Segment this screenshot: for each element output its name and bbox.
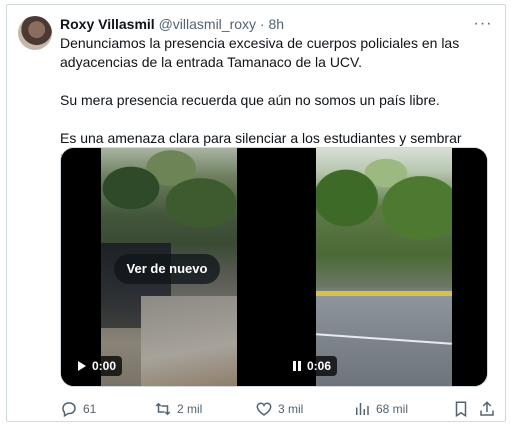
views-chart-icon	[353, 400, 371, 418]
reply-icon	[60, 400, 78, 418]
header-separator: ·	[259, 16, 265, 32]
tweet-header: Roxy Villasmil @villasmil_roxy · 8h	[60, 15, 284, 33]
video-time: 0:06	[307, 359, 332, 373]
bookmark-button[interactable]	[452, 399, 470, 419]
tweet-time[interactable]: 8h	[268, 16, 284, 32]
video-frame-detail	[101, 148, 237, 243]
repost-icon	[154, 400, 172, 418]
video-frame	[316, 148, 452, 386]
video-time-badge[interactable]: 0:00	[73, 356, 123, 376]
video-player-2[interactable]: 0:06	[276, 148, 487, 386]
tweet-card[interactable]: Roxy Villasmil @villasmil_roxy · 8h ··· …	[6, 4, 506, 422]
author-handle[interactable]: @villasmil_roxy	[159, 16, 256, 32]
avatar[interactable]	[18, 16, 52, 50]
more-options-icon[interactable]: ···	[473, 15, 493, 33]
tweet-paragraph: Denunciamos la presencia excesiva de cue…	[60, 35, 460, 70]
author-name[interactable]: Roxy Villasmil	[60, 16, 155, 32]
views-button[interactable]: 68 mil	[353, 399, 408, 419]
like-count: 3 mil	[278, 402, 304, 416]
share-button[interactable]	[478, 399, 496, 419]
tweet-paragraph: Su mera presencia recuerda que aún no so…	[60, 92, 440, 108]
action-bar: 61 2 mil 3 mil 68 mil	[52, 399, 498, 419]
heart-icon	[255, 400, 273, 418]
video-player-1[interactable]: Ver de nuevo 0:00	[61, 148, 274, 386]
reply-button[interactable]: 61	[60, 399, 96, 419]
repost-count: 2 mil	[177, 402, 203, 416]
video-time: 0:00	[92, 359, 117, 373]
video-frame-detail	[316, 148, 452, 268]
repost-button[interactable]: 2 mil	[154, 399, 202, 419]
reply-count: 61	[83, 402, 97, 416]
bookmark-icon	[452, 400, 470, 418]
like-button[interactable]: 3 mil	[255, 399, 303, 419]
media-container: Ver de nuevo 0:00 0:06	[60, 147, 488, 387]
share-icon	[478, 400, 496, 418]
views-count: 68 mil	[376, 402, 409, 416]
pause-icon[interactable]	[292, 360, 302, 372]
play-icon[interactable]	[77, 360, 87, 372]
replay-button[interactable]: Ver de nuevo	[114, 254, 220, 284]
video-frame-detail	[141, 296, 237, 386]
video-time-badge[interactable]: 0:06	[288, 356, 338, 376]
